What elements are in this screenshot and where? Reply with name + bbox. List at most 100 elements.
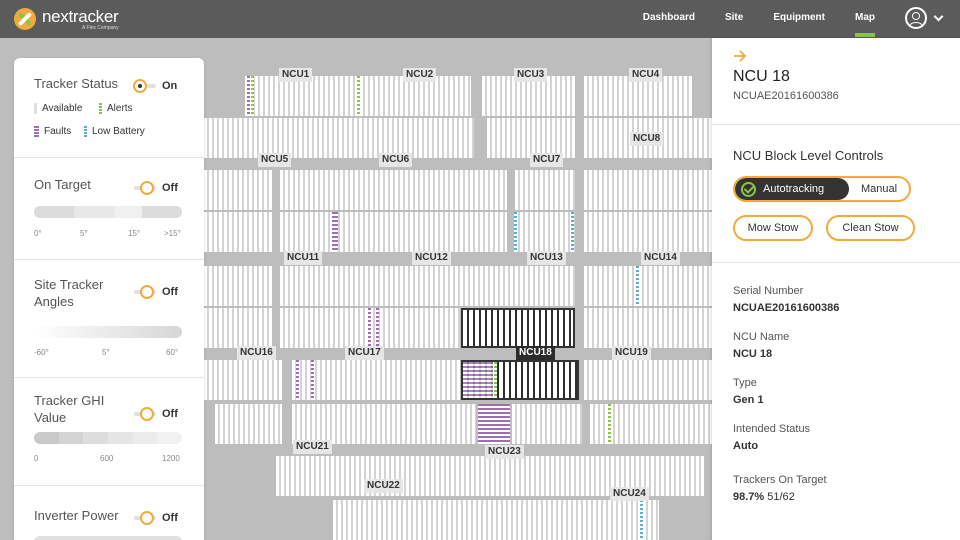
mow-stow-button[interactable]: Mow Stow bbox=[733, 215, 813, 241]
selected-ncu-block[interactable] bbox=[461, 308, 575, 348]
ncu-name-label: NCU Name bbox=[733, 331, 790, 343]
ncu-label-13[interactable]: NCU13 bbox=[527, 251, 566, 265]
ncu-label-17[interactable]: NCU17 bbox=[345, 346, 384, 360]
low-battery-tracker[interactable] bbox=[514, 212, 517, 252]
tracker-block[interactable] bbox=[584, 360, 712, 400]
alert-tracker[interactable] bbox=[494, 362, 497, 398]
low-battery-tracker[interactable] bbox=[640, 500, 643, 540]
nav-site[interactable]: Site bbox=[710, 0, 758, 38]
tracker-block[interactable] bbox=[280, 170, 507, 210]
ncu-label-14[interactable]: NCU14 bbox=[641, 251, 680, 265]
low-battery-tracker[interactable] bbox=[571, 212, 574, 252]
user-avatar-icon bbox=[905, 7, 927, 29]
ncu-label-3[interactable]: NCU3 bbox=[514, 68, 548, 82]
inverter-toggle[interactable]: Off bbox=[134, 511, 178, 525]
tracker-block[interactable] bbox=[215, 404, 282, 444]
fault-tracker[interactable] bbox=[478, 404, 510, 444]
fault-tracker[interactable] bbox=[247, 76, 250, 116]
toggle-state: Off bbox=[162, 408, 178, 420]
ghi-gradient-bar bbox=[34, 432, 182, 444]
ncu-label-12[interactable]: NCU12 bbox=[412, 251, 451, 265]
nav-equipment[interactable]: Equipment bbox=[758, 0, 840, 38]
site-angles-toggle[interactable]: Off bbox=[134, 285, 178, 299]
nextracker-logo[interactable]: nextracker A Flex Company bbox=[14, 6, 119, 32]
nav-dashboard[interactable]: Dashboard bbox=[628, 0, 710, 38]
on-target-percent: 98.7% bbox=[733, 491, 765, 503]
tracker-block[interactable] bbox=[204, 308, 272, 348]
ncu-details-panel: NCU 18 NCUAE20161600386 NCU Block Level … bbox=[712, 38, 960, 540]
on-target-gradient-bar bbox=[34, 206, 182, 218]
alert-tracker[interactable] bbox=[251, 76, 254, 116]
legend-alerts: Alerts bbox=[99, 103, 133, 114]
fault-tracker[interactable] bbox=[332, 212, 338, 252]
low-battery-tracker[interactable] bbox=[636, 266, 639, 306]
tracker-block[interactable] bbox=[584, 308, 712, 348]
fault-tracker[interactable] bbox=[311, 360, 314, 400]
clean-stow-button[interactable]: Clean Stow bbox=[826, 215, 915, 241]
ncu-label-5[interactable]: NCU5 bbox=[258, 153, 292, 167]
tracker-block[interactable] bbox=[204, 360, 282, 400]
fault-tracker[interactable] bbox=[376, 308, 379, 348]
tracker-block[interactable] bbox=[584, 76, 692, 116]
tracker-block[interactable] bbox=[204, 118, 474, 158]
alert-tracker[interactable] bbox=[608, 404, 611, 444]
toggle-knob bbox=[133, 79, 147, 93]
tracker-block[interactable] bbox=[487, 118, 575, 158]
inverter-section: Inverter Power Off bbox=[14, 486, 204, 540]
manual-option[interactable]: Manual bbox=[849, 178, 909, 200]
ncu-name-value: NCU 18 bbox=[733, 348, 773, 360]
nav-map[interactable]: Map bbox=[840, 0, 890, 38]
ncu-label-19[interactable]: NCU19 bbox=[612, 346, 651, 360]
ncu-label-2[interactable]: NCU2 bbox=[403, 68, 437, 82]
tracker-block[interactable] bbox=[584, 212, 712, 252]
ghi-toggle[interactable]: Off bbox=[134, 407, 178, 421]
tracker-status-toggle[interactable]: On bbox=[133, 79, 177, 93]
ncu-label-7[interactable]: NCU7 bbox=[530, 153, 564, 167]
tracker-block[interactable] bbox=[515, 170, 575, 210]
tracker-status-title: Tracker Status bbox=[34, 76, 119, 91]
tracker-block[interactable] bbox=[512, 404, 582, 444]
ncu-label-11[interactable]: NCU11 bbox=[284, 251, 323, 265]
toggle-state: Off bbox=[162, 512, 178, 524]
fault-tracker[interactable] bbox=[368, 308, 371, 348]
fault-tracker[interactable] bbox=[463, 362, 493, 398]
arrow-right-icon[interactable] bbox=[733, 50, 747, 62]
ncu-label-18[interactable]: NCU18 bbox=[516, 346, 555, 360]
tracker-block[interactable] bbox=[204, 170, 272, 210]
ncu-label-1[interactable]: NCU1 bbox=[279, 68, 313, 82]
ncu-label-23[interactable]: NCU23 bbox=[485, 445, 524, 459]
ncu-label-6[interactable]: NCU6 bbox=[379, 153, 413, 167]
tracker-block[interactable] bbox=[584, 266, 712, 306]
fault-tracker[interactable] bbox=[296, 360, 299, 400]
ncu-label-21[interactable]: NCU21 bbox=[293, 440, 332, 454]
ncu-label-4[interactable]: NCU4 bbox=[629, 68, 663, 82]
user-menu[interactable] bbox=[905, 7, 944, 29]
tracking-mode-toggle: Autotracking Manual bbox=[733, 176, 911, 202]
tracker-block[interactable] bbox=[515, 212, 575, 252]
ghi-section: Tracker GHI Value Off 0 600 1200 bbox=[14, 378, 204, 486]
tracker-block[interactable] bbox=[280, 266, 575, 306]
on-target-title: On Target bbox=[34, 177, 91, 192]
on-target-toggle[interactable]: Off bbox=[134, 181, 178, 195]
alert-tracker[interactable] bbox=[357, 76, 360, 116]
tracker-block[interactable] bbox=[204, 212, 272, 252]
divider bbox=[712, 262, 960, 263]
ncu-label-24[interactable]: NCU24 bbox=[610, 487, 649, 501]
ncu-label-16[interactable]: NCU16 bbox=[237, 346, 276, 360]
tracker-block[interactable] bbox=[292, 404, 476, 444]
chevron-down-icon bbox=[933, 11, 944, 21]
tracker-block[interactable] bbox=[280, 212, 507, 252]
ncu-label-8[interactable]: NCU8 bbox=[630, 132, 664, 146]
ncu-label-22[interactable]: NCU22 bbox=[364, 479, 403, 493]
tracker-block[interactable] bbox=[333, 500, 659, 540]
tracker-block[interactable] bbox=[482, 76, 575, 116]
autotracking-option[interactable]: Autotracking bbox=[735, 178, 849, 200]
check-circle-icon bbox=[741, 181, 756, 197]
tracker-status-section: Tracker Status On Available Alerts Fault… bbox=[14, 58, 204, 158]
tracker-block[interactable] bbox=[584, 170, 712, 210]
intended-status-value: Auto bbox=[733, 440, 759, 452]
tracker-block[interactable] bbox=[292, 360, 460, 400]
available-swatch bbox=[34, 103, 37, 114]
site-angles-gradient-bar bbox=[34, 326, 182, 338]
tracker-block[interactable] bbox=[204, 266, 272, 306]
